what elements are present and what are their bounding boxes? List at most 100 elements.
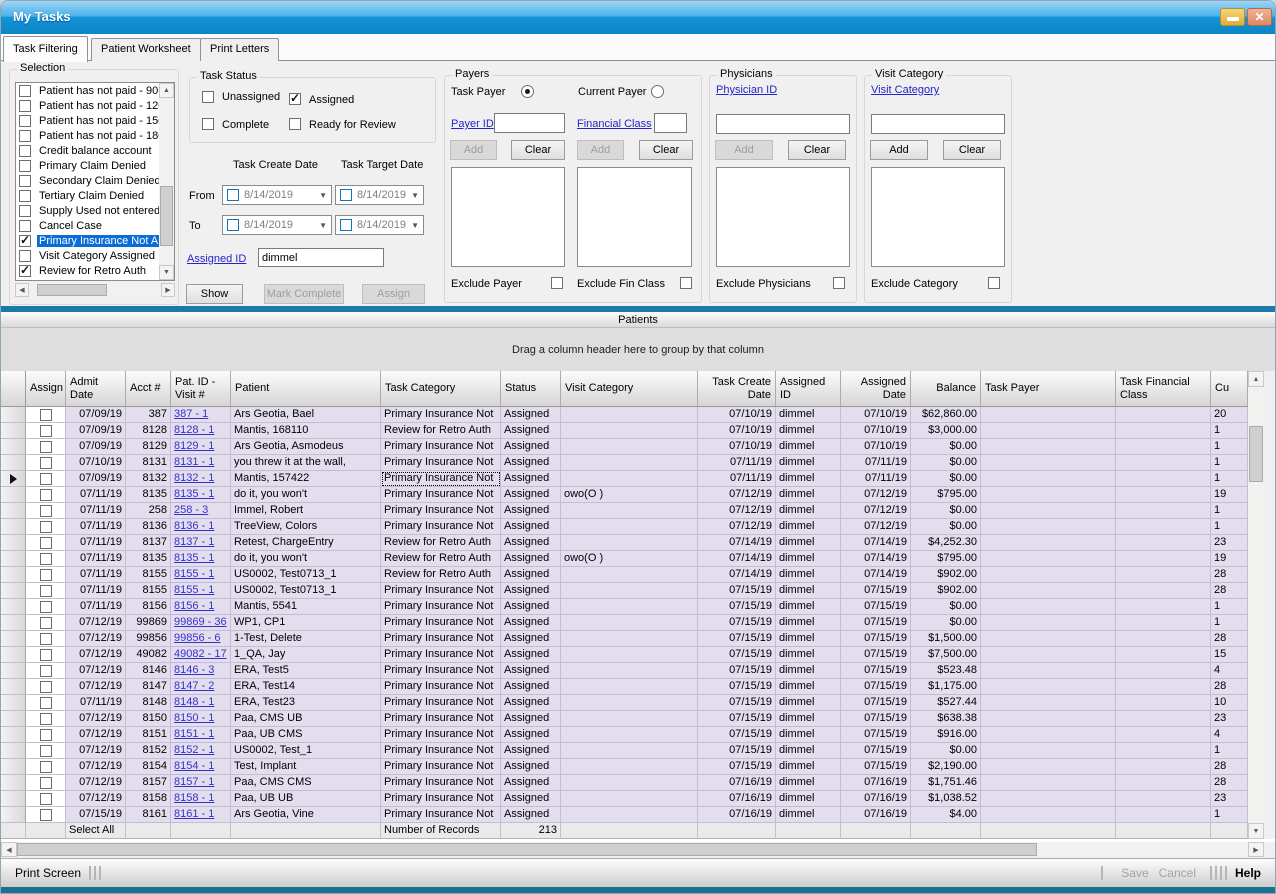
- visit-category-input[interactable]: [871, 114, 1005, 134]
- row-assign-checkbox[interactable]: [40, 617, 52, 629]
- payer-listbox[interactable]: [451, 167, 565, 267]
- fin-class-add-button[interactable]: Add: [577, 140, 624, 160]
- payer-add-button[interactable]: Add: [450, 140, 497, 160]
- grid-vertical-scrollbar[interactable]: ▲ ▼: [1248, 371, 1264, 839]
- chevron-down-icon[interactable]: ▼: [319, 191, 327, 200]
- table-row[interactable]: 07/11/1981358135 - 1do it, you won'tPrim…: [1, 487, 1248, 503]
- grid-column-header[interactable]: Admit Date: [66, 371, 126, 407]
- patient-visit-link[interactable]: 8136 - 1: [174, 520, 214, 532]
- table-row[interactable]: 07/12/194908249082 - 171_QA, JayPrimary …: [1, 647, 1248, 663]
- ready-for-review-checkbox[interactable]: [289, 118, 301, 130]
- select-all-button[interactable]: Select All: [66, 823, 126, 839]
- selection-vertical-scrollbar[interactable]: ▲ ▼: [159, 83, 174, 280]
- selection-listbox[interactable]: Patient has not paid - 90 daPatient has …: [15, 82, 175, 281]
- patient-visit-link[interactable]: 8154 - 1: [174, 760, 214, 772]
- grid-column-header[interactable]: Status: [501, 371, 561, 407]
- scroll-up-icon[interactable]: ▲: [159, 83, 174, 98]
- row-assign-checkbox[interactable]: [40, 745, 52, 757]
- physician-id-input[interactable]: [716, 114, 850, 134]
- patient-visit-link[interactable]: 8146 - 3: [174, 664, 214, 676]
- grid-column-header[interactable]: Assigned ID: [776, 371, 841, 407]
- create-date-to-picker[interactable]: 8/14/2019 ▼: [222, 215, 332, 235]
- grid-column-header[interactable]: Task Financial Class: [1116, 371, 1211, 407]
- patient-visit-link[interactable]: 258 - 3: [174, 504, 208, 516]
- scroll-thumb[interactable]: [160, 186, 173, 246]
- exclude-payer-checkbox[interactable]: [551, 277, 563, 289]
- table-row[interactable]: 07/11/1981568156 - 1Mantis, 5541Primary …: [1, 599, 1248, 615]
- row-assign-checkbox[interactable]: [40, 441, 52, 453]
- grid-column-header[interactable]: Task Payer: [981, 371, 1116, 407]
- financial-class-link[interactable]: Financial Class: [577, 118, 652, 130]
- tab-patient-worksheet[interactable]: Patient Worksheet: [91, 38, 201, 61]
- assigned-id-input[interactable]: [258, 248, 384, 267]
- target-date-to-picker[interactable]: 8/14/2019 ▼: [335, 215, 424, 235]
- assigned-id-link[interactable]: Assigned ID: [187, 253, 246, 265]
- visit-category-link[interactable]: Visit Category: [871, 84, 939, 96]
- unassigned-checkbox[interactable]: [202, 91, 214, 103]
- selection-list-item[interactable]: Patient has not paid - 90 da: [16, 83, 174, 98]
- table-row[interactable]: 07/12/1981508150 - 1Paa, CMS UBPrimary I…: [1, 711, 1248, 727]
- payer-id-link[interactable]: Payer ID: [451, 118, 494, 130]
- selection-list-item[interactable]: Secondary Claim Denied: [16, 173, 174, 188]
- table-row[interactable]: 07/11/1981558155 - 1US0002, Test0713_1Pr…: [1, 583, 1248, 599]
- table-row[interactable]: 07/11/1981558155 - 1US0002, Test0713_1Re…: [1, 567, 1248, 583]
- grid-column-header[interactable]: Patient: [231, 371, 381, 407]
- patient-visit-link[interactable]: 8156 - 1: [174, 600, 214, 612]
- show-button[interactable]: Show: [186, 284, 243, 304]
- assign-button[interactable]: Assign: [362, 284, 425, 304]
- date-enable-checkbox[interactable]: [340, 189, 352, 201]
- table-row[interactable]: 07/12/1981528152 - 1US0002, Test_1Primar…: [1, 743, 1248, 759]
- scroll-left-icon[interactable]: ◀: [1, 842, 17, 857]
- grid-horizontal-scrollbar[interactable]: ◀ ▶: [1, 842, 1264, 857]
- target-date-from-picker[interactable]: 8/14/2019 ▼: [335, 185, 424, 205]
- row-assign-checkbox[interactable]: [40, 633, 52, 645]
- table-row[interactable]: 07/09/1981288128 - 1Mantis, 168110Review…: [1, 423, 1248, 439]
- group-by-band[interactable]: Drag a column header here to group by th…: [1, 328, 1275, 371]
- selection-list-item[interactable]: Visit Category Assigned: [16, 248, 174, 263]
- close-button[interactable]: ✕: [1247, 8, 1272, 26]
- selection-item-checkbox[interactable]: [19, 205, 31, 217]
- financial-class-input[interactable]: [654, 113, 687, 133]
- visit-category-clear-button[interactable]: Clear: [943, 140, 1001, 160]
- print-screen-button[interactable]: Print Screen: [15, 866, 81, 880]
- row-assign-checkbox[interactable]: [40, 489, 52, 501]
- scroll-thumb[interactable]: [37, 284, 107, 296]
- table-row[interactable]: 07/12/1981578157 - 1Paa, CMS CMSPrimary …: [1, 775, 1248, 791]
- visit-category-add-button[interactable]: Add: [870, 140, 928, 160]
- date-enable-checkbox[interactable]: [340, 219, 352, 231]
- row-assign-checkbox[interactable]: [40, 553, 52, 565]
- table-row[interactable]: 07/12/1981478147 - 2ERA, Test14Primary I…: [1, 679, 1248, 695]
- selection-item-checkbox[interactable]: [19, 145, 31, 157]
- selection-list-item[interactable]: Primary Insurance Not Auth: [16, 233, 174, 248]
- selection-list-item[interactable]: Primary Claim Denied: [16, 158, 174, 173]
- patient-visit-link[interactable]: 8128 - 1: [174, 424, 214, 436]
- patient-visit-link[interactable]: 8158 - 1: [174, 792, 214, 804]
- physician-add-button[interactable]: Add: [715, 140, 773, 160]
- selection-list-item[interactable]: Review for Retro Auth: [16, 263, 174, 278]
- scroll-thumb[interactable]: [1249, 426, 1263, 482]
- patient-visit-link[interactable]: 8161 - 1: [174, 808, 214, 820]
- table-row[interactable]: 07/12/199985699856 - 61-Test, DeletePrim…: [1, 631, 1248, 647]
- table-row[interactable]: 07/11/1981378137 - 1Retest, ChargeEntryR…: [1, 535, 1248, 551]
- row-assign-checkbox[interactable]: [40, 601, 52, 613]
- patient-visit-link[interactable]: 8157 - 1: [174, 776, 214, 788]
- table-row[interactable]: 07/11/1981358135 - 1do it, you won'tRevi…: [1, 551, 1248, 567]
- save-button[interactable]: Save: [1121, 866, 1148, 880]
- scroll-down-icon[interactable]: ▼: [159, 265, 174, 280]
- complete-checkbox[interactable]: [202, 118, 214, 130]
- grid-column-header[interactable]: Pat. ID - Visit #: [171, 371, 231, 407]
- help-button[interactable]: Help: [1235, 866, 1261, 880]
- row-assign-checkbox[interactable]: [40, 761, 52, 773]
- selection-item-checkbox[interactable]: [19, 160, 31, 172]
- selection-item-checkbox[interactable]: [19, 235, 31, 247]
- scroll-left-icon[interactable]: ◀: [15, 283, 29, 297]
- patient-visit-link[interactable]: 8155 - 1: [174, 584, 214, 596]
- chevron-down-icon[interactable]: ▼: [411, 221, 419, 230]
- chevron-down-icon[interactable]: ▼: [411, 191, 419, 200]
- row-assign-checkbox[interactable]: [40, 457, 52, 469]
- grid-column-header[interactable]: Assigned Date: [841, 371, 911, 407]
- table-row[interactable]: 07/15/1981618161 - 1Ars Geotia, VinePrim…: [1, 807, 1248, 823]
- scroll-thumb[interactable]: [17, 843, 1037, 856]
- patient-visit-link[interactable]: 8135 - 1: [174, 488, 214, 500]
- grid-column-header[interactable]: Acct #: [126, 371, 171, 407]
